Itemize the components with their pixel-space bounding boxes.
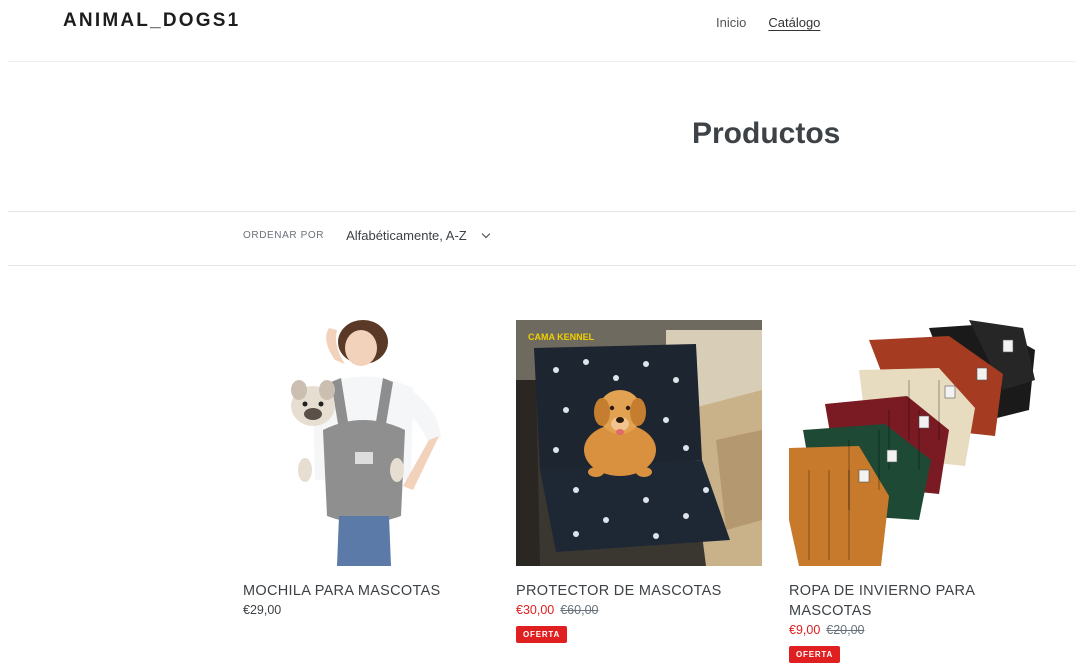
main-nav: Inicio Catálogo [716, 15, 820, 30]
sort-bar: ORDENAR POR Alfabéticamente, A-Z [243, 228, 490, 243]
product-price: €9,00 €20,00 [789, 623, 1035, 637]
nav-link-catalogo[interactable]: Catálogo [768, 15, 820, 30]
sort-divider [8, 265, 1076, 266]
sale-price: €9,00 [789, 623, 821, 637]
product-title[interactable]: PROTECTOR DE MASCOTAS [516, 581, 762, 601]
product-price: €30,00 €60,00 [516, 603, 762, 617]
header-divider [8, 61, 1076, 62]
sale-badge: OFERTA [789, 646, 841, 663]
product-card[interactable]: CAMA KENNEL PROTECTOR DE MASCOTAS €30,00… [516, 320, 762, 643]
site-header: ANIMAL_DOGS1 Inicio Catálogo [0, 0, 1076, 62]
dog-carrier-backpack-photo[interactable] [243, 320, 489, 566]
title-divider [8, 211, 1076, 212]
regular-price: €29,00 [243, 603, 282, 617]
product-price: €29,00 [243, 603, 489, 617]
compare-price: €60,00 [560, 603, 599, 617]
nav-link-inicio[interactable]: Inicio [716, 15, 746, 30]
chevron-down-icon [481, 229, 490, 238]
page-title: Productos [692, 117, 841, 150]
product-grid: MOCHILA PARA MASCOTAS €29,00 CAMA KENNEL… [0, 320, 1076, 668]
product-title[interactable]: MOCHILA PARA MASCOTAS [243, 581, 489, 601]
cama-kennel-label: CAMA KENNEL [528, 332, 595, 342]
product-card[interactable]: MOCHILA PARA MASCOTAS €29,00 [243, 320, 489, 617]
sort-selected-value: Alfabéticamente, A-Z [346, 228, 467, 243]
sale-badge: OFERTA [516, 626, 568, 643]
sale-price: €30,00 [516, 603, 555, 617]
site-logo[interactable]: ANIMAL_DOGS1 [63, 10, 240, 32]
compare-price: €20,00 [826, 623, 865, 637]
product-title[interactable]: ROPA DE INVIERNO PARA MASCOTAS [789, 581, 1035, 621]
knit-sweaters-photo[interactable] [789, 320, 1035, 566]
product-card[interactable]: ROPA DE INVIERNO PARA MASCOTAS €9,00 €20,… [789, 320, 1035, 663]
sort-select[interactable]: Alfabéticamente, A-Z [346, 228, 490, 243]
sort-label: ORDENAR POR [243, 230, 325, 241]
car-seat-cover-photo[interactable]: CAMA KENNEL [516, 320, 762, 566]
